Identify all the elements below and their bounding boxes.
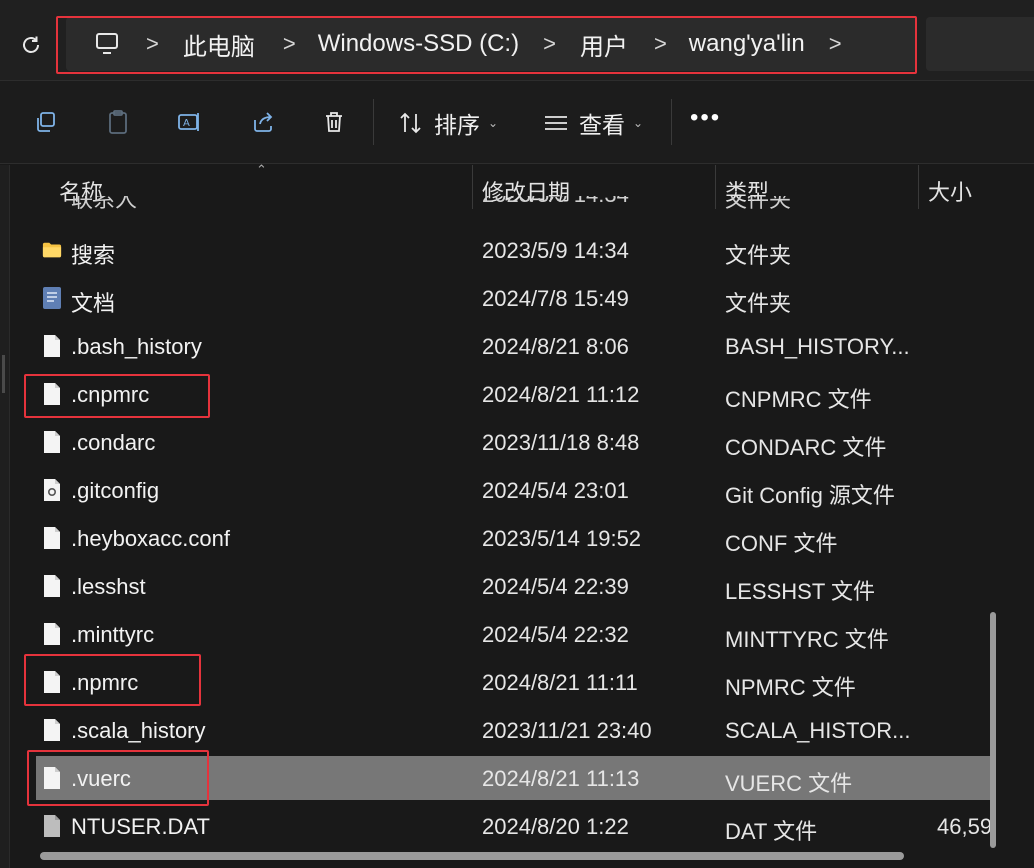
file-type: BASH_HISTORY... <box>725 334 910 359</box>
file-name: .lesshst <box>71 574 146 599</box>
file-row[interactable]: .minttyrc 2024/5/4 22:32 MINTTYRC 文件 <box>36 612 994 656</box>
sort-icon <box>398 111 424 135</box>
system-file-icon <box>42 813 62 839</box>
file-name: .condarc <box>71 430 156 455</box>
command-bar: A 排序 ⌄ 查看 ⌄ <box>0 80 1034 164</box>
file-name: 搜索 <box>71 243 116 268</box>
file-type: CONF 文件 <box>725 531 838 556</box>
file-type: Git Config 源文件 <box>725 483 895 508</box>
folder-icon <box>42 237 62 263</box>
cnpmrc-highlight-box <box>24 374 210 418</box>
partial-row-date: 2023/5/9 14:34 <box>482 196 629 214</box>
chevron-down-icon: ⌄ <box>633 116 644 130</box>
file-icon <box>42 429 62 455</box>
file-row[interactable]: .bash_history 2024/8/21 8:06 BASH_HISTORY.… <box>36 324 994 368</box>
partial-row-type: 文件夹 <box>725 196 792 212</box>
toolbar-divider <box>373 99 374 145</box>
view-button[interactable]: 查看 ⌄ <box>543 103 643 143</box>
share-icon[interactable] <box>245 104 281 140</box>
file-date: 2024/5/4 22:39 <box>482 574 629 599</box>
vertical-scrollbar[interactable] <box>990 612 996 848</box>
sort-label: 排序 <box>434 112 480 138</box>
file-row[interactable]: .condarc 2023/11/18 8:48 CONDARC 文件 <box>36 420 994 464</box>
file-row[interactable]: .heyboxacc.conf 2023/5/14 19:52 CONF 文件 <box>36 516 994 560</box>
sort-ascending-icon: ⌃ <box>256 162 267 177</box>
column-divider[interactable] <box>472 165 473 209</box>
paste-icon <box>100 104 136 140</box>
column-divider[interactable] <box>715 165 716 209</box>
file-type: SCALA_HISTOR... <box>725 718 911 743</box>
file-date: 2024/5/4 22:32 <box>482 622 629 647</box>
file-type: VUERC 文件 <box>725 771 853 796</box>
npmrc-highlight-box <box>24 654 201 706</box>
file-name: .heyboxacc.conf <box>71 526 230 551</box>
file-date: 2023/11/21 23:40 <box>482 718 652 743</box>
file-date: 2024/7/8 15:49 <box>482 286 629 311</box>
file-date: 2024/8/20 1:22 <box>482 814 629 839</box>
navigation-pane-edge <box>0 165 10 868</box>
file-row[interactable]: .gitconfig 2024/5/4 23:01 Git Config 源文件 <box>36 468 994 512</box>
horizontal-scrollbar[interactable] <box>40 852 904 860</box>
file-name: .bash_history <box>71 334 202 359</box>
svg-text:A: A <box>183 118 190 129</box>
file-date: 2024/8/21 8:06 <box>482 334 629 359</box>
file-name: NTUSER.DAT <box>71 814 210 839</box>
file-date: 2023/5/9 14:34 <box>482 238 629 263</box>
address-highlight-box <box>56 16 917 74</box>
file-date: 2024/8/21 11:13 <box>482 766 640 791</box>
column-divider[interactable] <box>918 165 919 209</box>
documents-icon <box>42 285 62 311</box>
file-name: 文档 <box>71 291 116 316</box>
file-icon <box>42 525 62 551</box>
file-type: MINTTYRC 文件 <box>725 627 889 652</box>
partial-row-name: 联系人 <box>71 196 138 212</box>
file-date: 2024/8/21 11:11 <box>482 670 638 695</box>
file-date: 2024/8/21 11:12 <box>482 382 640 407</box>
file-icon <box>42 621 62 647</box>
toolbar-divider <box>671 99 672 145</box>
file-date: 2023/11/18 8:48 <box>482 430 640 455</box>
column-size-header[interactable]: 大小 <box>928 175 972 207</box>
rename-icon[interactable]: A <box>172 104 208 140</box>
file-row[interactable]: .lesshst 2024/5/4 22:39 LESSHST 文件 <box>36 564 994 608</box>
file-type: DAT 文件 <box>725 819 818 844</box>
gear-file-icon <box>42 477 62 503</box>
file-type: 文件夹 <box>725 291 792 316</box>
file-name: .gitconfig <box>71 478 160 503</box>
file-name: .minttyrc <box>71 622 155 647</box>
file-type: CNPMRC 文件 <box>725 387 872 412</box>
file-size: 46,59 <box>937 814 993 839</box>
search-box[interactable] <box>926 17 1034 71</box>
copy-icon[interactable] <box>28 104 64 140</box>
file-row[interactable]: 文档 2024/7/8 15:49 文件夹 <box>36 276 994 320</box>
view-list-icon <box>543 111 569 135</box>
chevron-down-icon: ⌄ <box>488 116 499 130</box>
file-type: LESSHST 文件 <box>725 579 875 604</box>
more-options-button[interactable]: ••• <box>690 104 721 132</box>
nav-scroll-indicator <box>2 355 5 393</box>
sort-button[interactable]: 排序 ⌄ <box>398 103 498 143</box>
view-label: 查看 <box>579 112 625 138</box>
file-icon <box>42 573 62 599</box>
file-name: .scala_history <box>71 718 206 743</box>
delete-icon[interactable] <box>316 104 352 140</box>
file-date: 2024/5/4 23:01 <box>482 478 629 503</box>
file-row[interactable]: NTUSER.DAT 2024/8/20 1:22 DAT 文件 46,59 <box>36 804 994 848</box>
file-type: 文件夹 <box>725 243 792 268</box>
file-row[interactable]: .scala_history 2023/11/21 23:40 SCALA_HIST… <box>36 708 994 752</box>
file-row[interactable]: 搜索 2023/5/9 14:34 文件夹 <box>36 228 994 272</box>
file-type: CONDARC 文件 <box>725 435 887 460</box>
vuerc-highlight-box <box>27 750 209 806</box>
file-icon <box>42 333 62 359</box>
file-type: NPMRC 文件 <box>725 675 856 700</box>
file-date: 2023/5/14 19:52 <box>482 526 642 551</box>
file-icon <box>42 717 62 743</box>
refresh-icon[interactable] <box>18 32 44 58</box>
